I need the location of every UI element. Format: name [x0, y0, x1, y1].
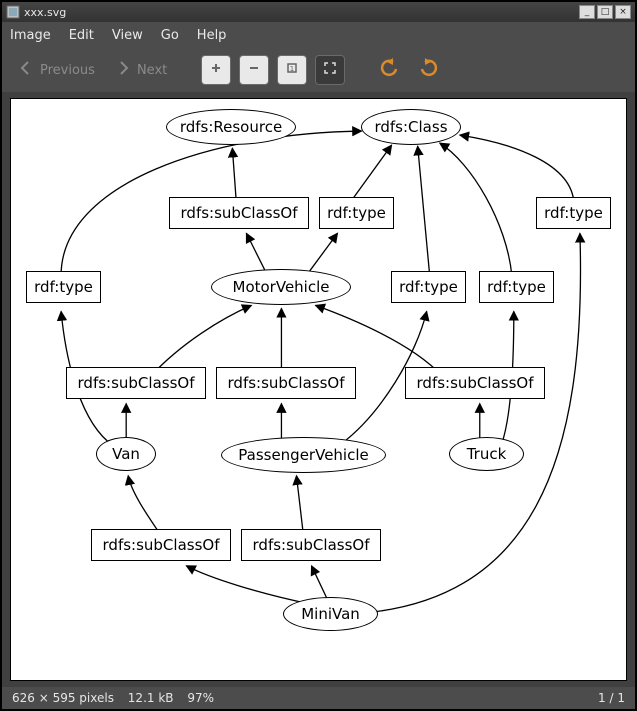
zoom-in-button[interactable]	[201, 55, 231, 85]
node-sco-minivan-pv: rdfs:subClassOf	[241, 529, 381, 561]
node-sco-van: rdfs:subClassOf	[66, 367, 206, 399]
app-icon	[6, 5, 20, 19]
previous-label: Previous	[40, 63, 95, 78]
status-zoom: 97%	[187, 691, 214, 705]
node-sco-motorvehicle: rdfs:subClassOf	[169, 197, 309, 229]
canvas-area[interactable]: rdfs:Resource rdfs:Class MotorVehicle Va…	[2, 92, 635, 687]
node-motorvehicle: MotorVehicle	[211, 269, 351, 305]
node-rdfs-resource: rdfs:Resource	[166, 109, 296, 145]
rotate-left-icon	[379, 58, 399, 82]
node-van: Van	[96, 437, 156, 471]
status-left: 626 × 595 pixels 12.1 kB 97%	[12, 691, 224, 705]
menu-edit[interactable]: Edit	[69, 28, 94, 43]
next-label: Next	[137, 63, 167, 78]
node-type-far: rdf:type	[536, 197, 611, 229]
maximize-button[interactable]: □	[597, 5, 613, 19]
app-window: xxx.svg _ □ × Image Edit View Go Help Pr…	[0, 0, 637, 711]
node-sco-truck: rdfs:subClassOf	[405, 367, 545, 399]
node-sco-minivan-van: rdfs:subClassOf	[91, 529, 231, 561]
previous-icon	[18, 60, 34, 80]
zoom-out-icon	[247, 61, 261, 79]
rotate-left-button[interactable]	[373, 54, 405, 86]
menu-image[interactable]: Image	[10, 28, 51, 43]
window-title: xxx.svg	[24, 6, 577, 19]
status-page: 1 / 1	[598, 691, 625, 705]
node-truck: Truck	[449, 437, 524, 471]
menu-help[interactable]: Help	[197, 28, 227, 43]
previous-button[interactable]: Previous	[12, 56, 101, 84]
status-dimensions: 626 × 595 pixels	[12, 691, 114, 705]
node-type-mid: rdf:type	[391, 271, 466, 303]
statusbar: 626 × 595 pixels 12.1 kB 97% 1 / 1	[2, 687, 635, 709]
node-type-right: rdf:type	[479, 271, 554, 303]
titlebar[interactable]: xxx.svg _ □ ×	[2, 2, 635, 22]
node-rdfs-class: rdfs:Class	[361, 109, 461, 145]
zoom-fit-button[interactable]	[315, 55, 345, 85]
image-canvas: rdfs:Resource rdfs:Class MotorVehicle Va…	[10, 98, 627, 681]
rotate-right-button[interactable]	[413, 54, 445, 86]
zoom-fit-icon	[323, 61, 337, 79]
close-button[interactable]: ×	[615, 5, 631, 19]
svg-text:1: 1	[290, 65, 294, 73]
status-filesize: 12.1 kB	[128, 691, 174, 705]
node-minivan: MiniVan	[283, 597, 378, 631]
rotate-right-icon	[419, 58, 439, 82]
node-type-left: rdf:type	[26, 271, 101, 303]
menubar: Image Edit View Go Help	[2, 22, 635, 48]
minimize-button[interactable]: _	[579, 5, 595, 19]
node-passengervehicle: PassengerVehicle	[221, 437, 386, 473]
node-type-motorvehicle: rdf:type	[319, 197, 394, 229]
zoom-out-button[interactable]	[239, 55, 269, 85]
next-icon	[115, 60, 131, 80]
node-sco-passengervehicle: rdfs:subClassOf	[216, 367, 356, 399]
toolbar: Previous Next 1	[2, 48, 635, 92]
zoom-actual-button[interactable]: 1	[277, 55, 307, 85]
menu-go[interactable]: Go	[161, 28, 179, 43]
next-button[interactable]: Next	[109, 56, 173, 84]
zoom-actual-icon: 1	[285, 61, 299, 79]
graph-diagram: rdfs:Resource rdfs:Class MotorVehicle Va…	[11, 99, 626, 680]
zoom-in-icon	[209, 61, 223, 79]
menu-view[interactable]: View	[112, 28, 143, 43]
